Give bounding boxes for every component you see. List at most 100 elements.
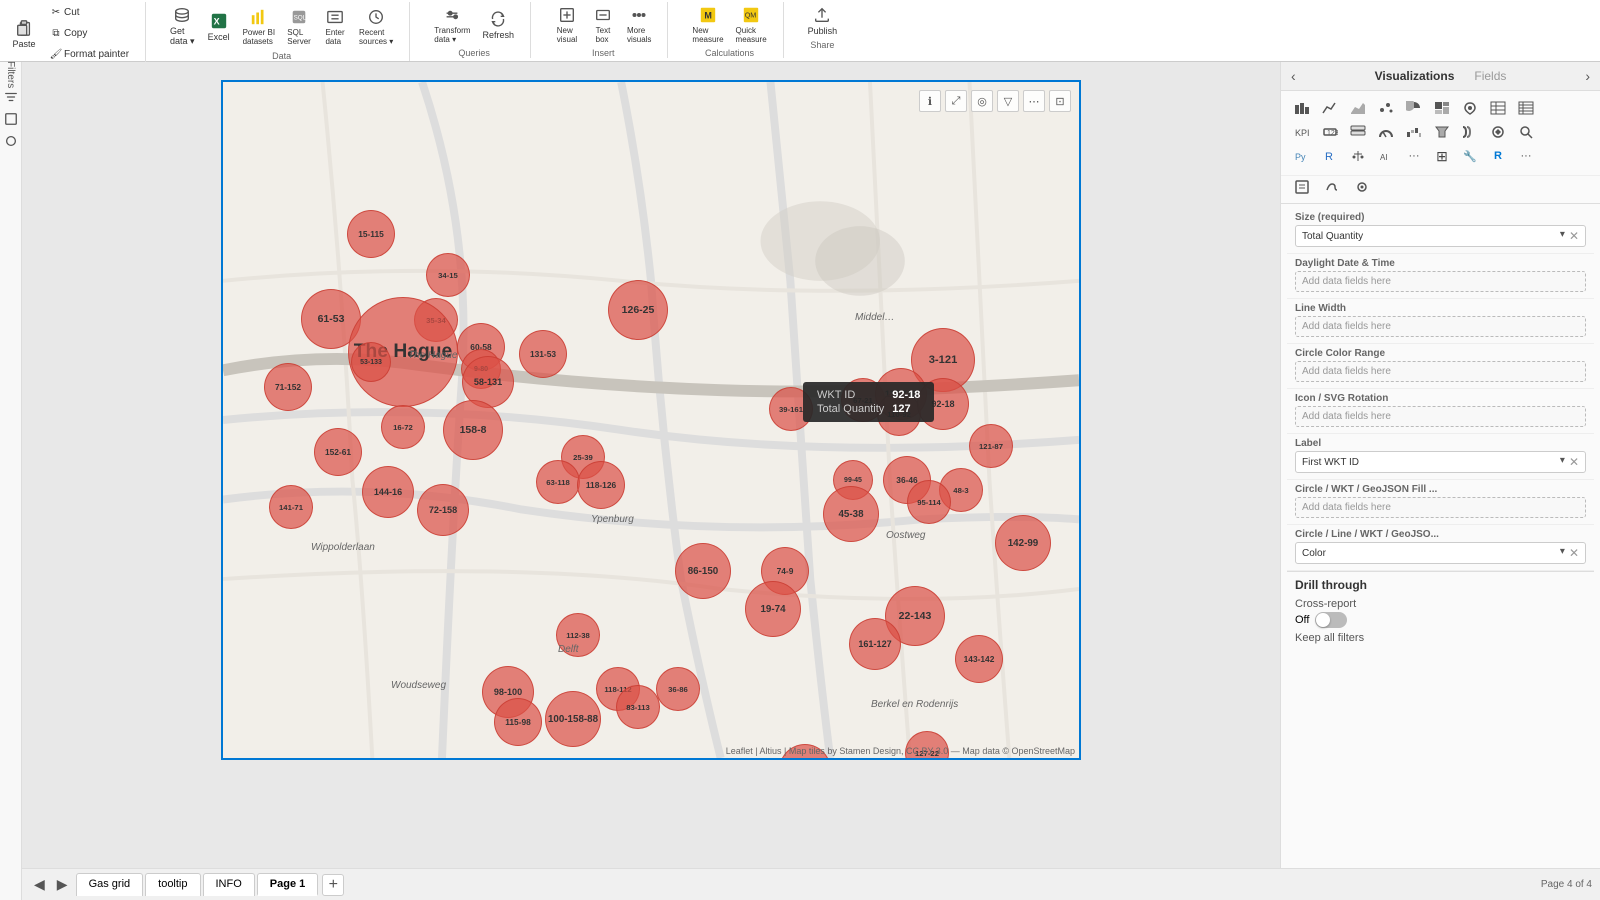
map-bubble[interactable]: 92-18 [917, 378, 969, 430]
viz-icon-kpi[interactable]: KPI [1289, 121, 1315, 143]
map-bubble[interactable]: 36-86 [656, 667, 700, 711]
viz-icon-scatter[interactable] [1373, 97, 1399, 119]
viz-icon-funnel[interactable] [1429, 121, 1455, 143]
viz-panel-title[interactable]: Visualizations [1375, 69, 1455, 83]
analytics-tab[interactable] [1347, 176, 1377, 203]
daylight-drop-zone[interactable]: Add data fields here [1295, 271, 1586, 292]
cross-report-toggle[interactable]: Off [1295, 612, 1586, 628]
enter-data-button[interactable]: Enterdata [319, 4, 351, 48]
viz-icon-multirow[interactable] [1345, 121, 1371, 143]
map-expand-button[interactable]: ⊡ [1049, 90, 1071, 112]
viz-icon-more2[interactable]: ⊞ [1429, 145, 1455, 167]
cross-report-toggle-track[interactable] [1315, 612, 1347, 628]
panel-nav-left[interactable]: ‹ [1291, 68, 1296, 84]
viz-icon-map[interactable] [1457, 97, 1483, 119]
label-field-zone[interactable]: First WKT ID ▾ ✕ [1295, 451, 1586, 473]
line-width-drop-zone[interactable]: Add data fields here [1295, 316, 1586, 337]
circle-fill-drop-zone[interactable]: Add data fields here [1295, 497, 1586, 518]
viz-icon-card[interactable]: 123 [1317, 121, 1343, 143]
page-tab-gas-grid[interactable]: Gas grid [76, 873, 144, 896]
map-bubble[interactable]: 71-152 [264, 363, 312, 411]
viz-icon-more3[interactable]: 🔧 [1457, 145, 1483, 167]
viz-icon-ribbon[interactable] [1457, 121, 1483, 143]
map-bubble[interactable]: 161-127 [849, 618, 901, 670]
map-filter-button[interactable]: ▽ [997, 90, 1019, 112]
transform-data-button[interactable]: Transformdata ▾ [430, 2, 474, 46]
circle-line-field-zone[interactable]: Color ▾ ✕ [1295, 542, 1586, 564]
map-bubble[interactable]: 152-61 [314, 428, 362, 476]
field-dropdown-icon[interactable]: ▾ [1560, 229, 1565, 243]
viz-icon-table[interactable] [1485, 97, 1511, 119]
power-bi-datasets-button[interactable]: Power BIdatasets [239, 4, 279, 48]
viz-icon-pie[interactable] [1401, 97, 1427, 119]
map-bubble[interactable]: 126-25 [608, 280, 668, 340]
map-focus-button[interactable]: ◎ [971, 90, 993, 112]
page-tab-page-1[interactable]: Page 1 [257, 873, 318, 896]
size-field-zone[interactable]: Total Quantity ▾ ✕ [1295, 225, 1586, 247]
page-tab-info[interactable]: INFO [203, 873, 255, 896]
fields-panel-title[interactable]: Fields [1474, 69, 1506, 83]
tab-prev[interactable]: ◀ [30, 874, 49, 895]
map-bubble[interactable]: 143-142 [955, 635, 1003, 683]
excel-button[interactable]: X Excel [203, 8, 235, 44]
map-bubble[interactable]: 63-118 [536, 460, 580, 504]
map-bubble[interactable]: 142-99 [995, 515, 1051, 571]
icon-rotation-drop-zone[interactable]: Add data fields here [1295, 406, 1586, 427]
paste-button[interactable]: Paste [8, 15, 40, 51]
text-box-button[interactable]: Textbox [587, 2, 619, 46]
label-remove-icon[interactable]: ✕ [1569, 455, 1579, 469]
label-dropdown-icon[interactable]: ▾ [1560, 455, 1565, 469]
new-measure-button[interactable]: M Newmeasure [688, 2, 727, 46]
filters-sidebar-label[interactable]: Filters [2, 66, 20, 84]
map-bubble[interactable]: 121-87 [969, 424, 1013, 468]
map-resize-button[interactable]: ⤢ [945, 90, 967, 112]
map-bubble[interactable]: 141-71 [269, 485, 313, 529]
circle-line-remove-icon[interactable]: ✕ [1569, 546, 1579, 560]
sql-server-button[interactable]: SQL SQLServer [283, 4, 315, 48]
tab-next[interactable]: ▶ [53, 874, 72, 895]
publish-button[interactable]: Publish [804, 2, 842, 38]
map-bubble[interactable]: 86-150 [675, 543, 731, 599]
map-bubble[interactable]: 19-74 [745, 581, 801, 637]
panel-nav-right[interactable]: › [1585, 68, 1590, 84]
viz-search-icon[interactable] [1513, 121, 1539, 143]
viz-icon-more1[interactable]: ··· [1401, 145, 1427, 167]
map-bubble[interactable]: 115-98 [494, 698, 542, 746]
map-bubble[interactable]: 100-158-88 [545, 691, 601, 747]
refresh-button[interactable]: Refresh [478, 6, 518, 42]
map-bubble[interactable]: 45-38 [823, 486, 879, 542]
more-visuals-button[interactable]: Morevisuals [623, 2, 655, 46]
viz-icon-waterfall[interactable] [1401, 121, 1427, 143]
map-bubble[interactable]: 110-92 [877, 392, 921, 436]
map-bubble[interactable]: 158-8 [443, 400, 503, 460]
page-tab-tooltip[interactable]: tooltip [145, 873, 200, 896]
map-bubble[interactable]: 72-158 [417, 484, 469, 536]
viz-icon-ai[interactable]: AI [1373, 145, 1399, 167]
map-bubble[interactable]: 15-115 [347, 210, 395, 258]
map-bubble[interactable]: 39-161 [769, 387, 813, 431]
map-container[interactable]: ℹ ⤢ ◎ ▽ ⋯ ⊡ 15-11534-1561-5335-34126-25T… [223, 82, 1079, 758]
cut-button[interactable]: ✂ Cut [44, 2, 133, 22]
viz-icon-custom1[interactable] [1485, 121, 1511, 143]
get-data-button[interactable]: Getdata ▾ [166, 2, 199, 49]
viz-icon-treemap[interactable] [1429, 97, 1455, 119]
viz-icon-py[interactable]: Py [1289, 145, 1315, 167]
new-visual-button[interactable]: Newvisual [551, 2, 583, 46]
map-bubble[interactable]: 131-53 [519, 330, 567, 378]
sidebar-icon-1[interactable] [2, 88, 20, 106]
map-bubble[interactable]: 16-72 [381, 405, 425, 449]
viz-icon-more4[interactable]: R [1485, 145, 1511, 167]
sidebar-icon-3[interactable] [2, 132, 20, 150]
viz-icon-bar[interactable] [1289, 97, 1315, 119]
map-info-button[interactable]: ℹ [919, 90, 941, 112]
format-tab[interactable] [1317, 176, 1347, 203]
map-bubble[interactable]: 34-15 [426, 253, 470, 297]
map-more-button[interactable]: ⋯ [1023, 90, 1045, 112]
add-tab-button[interactable]: + [322, 874, 344, 896]
circle-line-dropdown-icon[interactable]: ▾ [1560, 546, 1565, 560]
quick-measure-button[interactable]: QM Quickmeasure [732, 2, 771, 46]
map-bubble[interactable]: 118-126 [577, 461, 625, 509]
viz-icon-gauge[interactable] [1373, 121, 1399, 143]
map-bubble[interactable]: 95-114 [907, 480, 951, 524]
viz-icon-matrix[interactable] [1513, 97, 1539, 119]
